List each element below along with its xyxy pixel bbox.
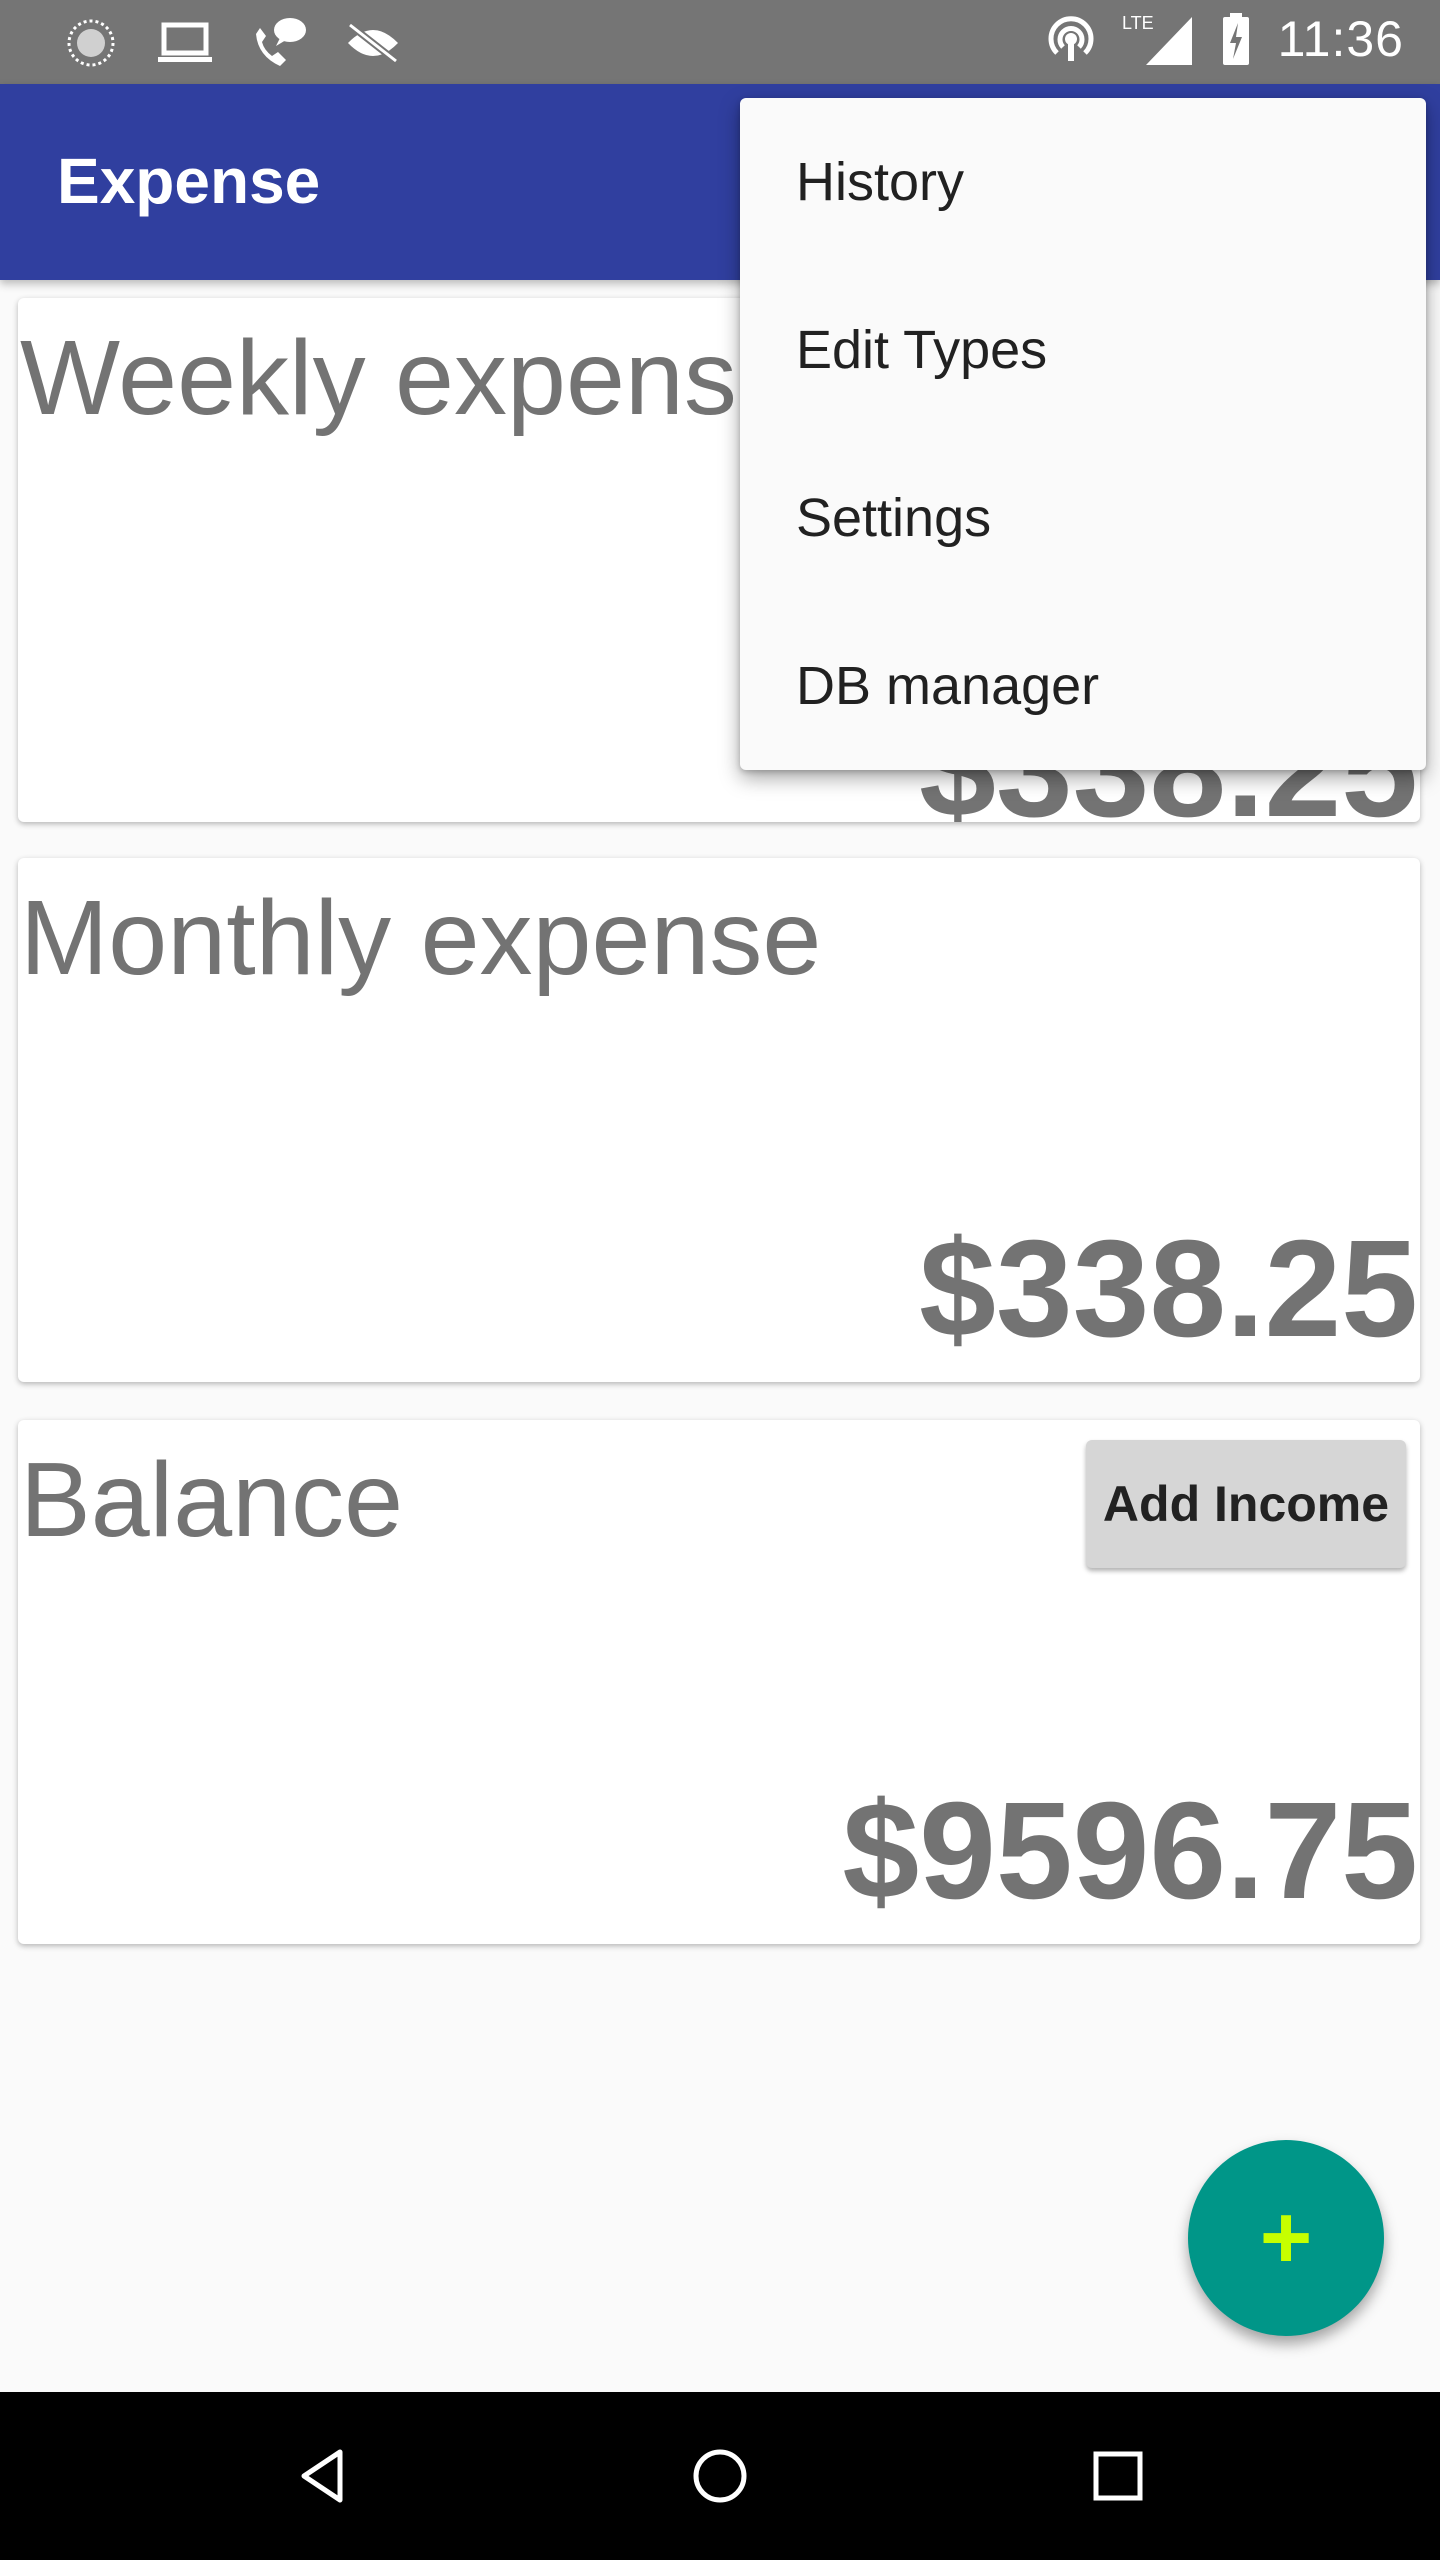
monthly-expense-title: Monthly expense	[20, 879, 822, 997]
balance-amount: $9596.75	[842, 1774, 1418, 1928]
recents-icon[interactable]	[1078, 2436, 1158, 2516]
menu-item-db-manager[interactable]: DB manager	[740, 602, 1426, 770]
weekly-expense-title: Weekly expense	[20, 319, 796, 437]
overflow-menu: History Edit Types Settings DB manager	[740, 98, 1426, 770]
balance-title: Balance	[20, 1441, 404, 1559]
menu-item-history[interactable]: History	[740, 98, 1426, 266]
sync-icon	[62, 14, 120, 72]
navigation-bar	[0, 2392, 1440, 2560]
plus-icon: +	[1259, 2187, 1313, 2288]
menu-item-settings[interactable]: Settings	[740, 434, 1426, 602]
menu-item-edit-types[interactable]: Edit Types	[740, 266, 1426, 434]
monthly-expense-amount: $338.25	[919, 1212, 1418, 1366]
eye-off-icon	[344, 14, 402, 72]
add-expense-fab[interactable]: +	[1188, 2140, 1384, 2336]
laptop-icon	[156, 14, 214, 72]
back-icon[interactable]	[282, 2436, 362, 2516]
hotspot-icon	[1042, 10, 1100, 68]
signal-icon: LTE	[1122, 10, 1194, 68]
app-title: Expense	[57, 145, 321, 217]
status-bar: LTE 11:36	[0, 0, 1440, 84]
add-income-button[interactable]: Add Income	[1086, 1440, 1406, 1568]
monthly-expense-card[interactable]: Monthly expense $338.25	[18, 858, 1420, 1382]
home-icon[interactable]	[680, 2436, 760, 2516]
clock: 11:36	[1277, 11, 1404, 67]
network-type: LTE	[1122, 13, 1154, 33]
phone-chat-icon	[250, 14, 308, 72]
battery-charging-icon	[1216, 10, 1256, 68]
balance-card[interactable]: Balance Add Income $9596.75	[18, 1420, 1420, 1944]
